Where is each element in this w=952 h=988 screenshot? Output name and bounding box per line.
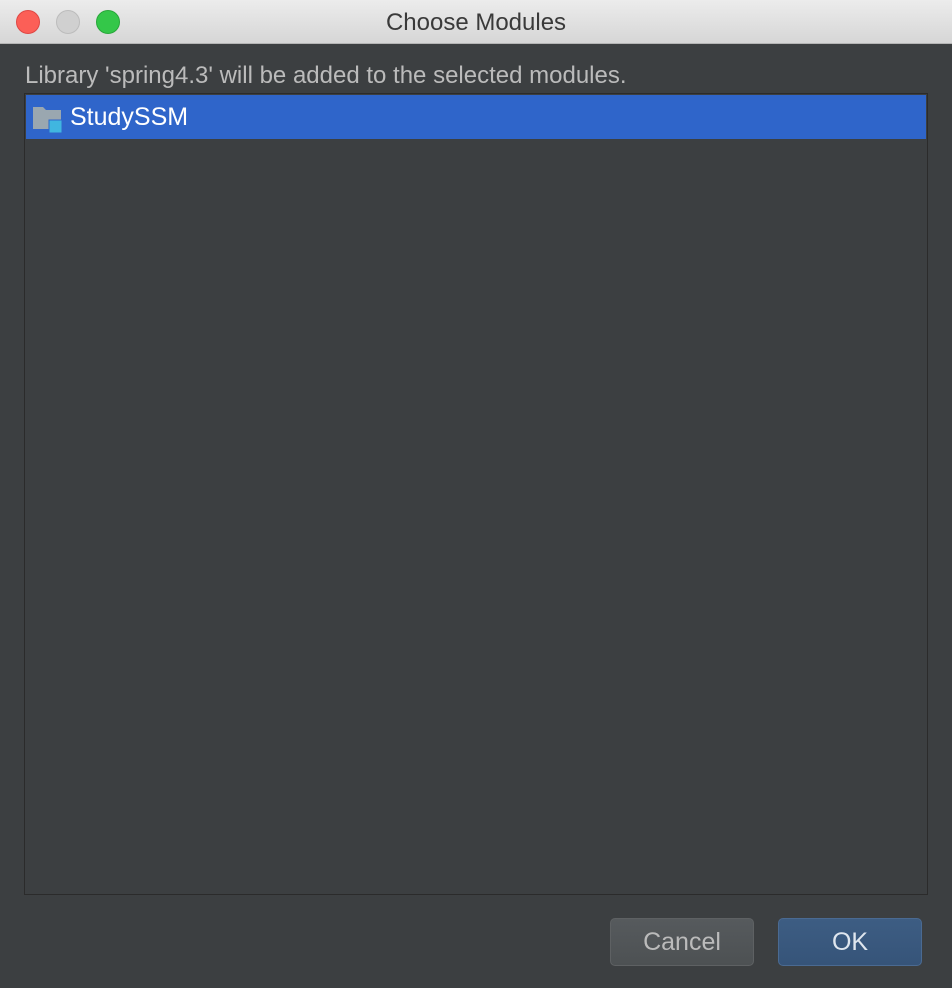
ok-button[interactable]: OK [778, 918, 922, 966]
dialog-description: Library 'spring4.3' will be added to the… [25, 62, 627, 89]
window-title: Choose Modules [385, 9, 567, 36]
module-item-studyssm[interactable]: StudySSM [26, 95, 926, 139]
modules-list[interactable]: StudySSM [24, 93, 928, 895]
title-bar[interactable]: Choose Modules [0, 0, 952, 44]
module-folder-icon [33, 107, 63, 134]
cancel-button[interactable]: Cancel [610, 918, 754, 966]
module-item-label: StudySSM [70, 103, 189, 131]
choose-modules-dialog: Choose Modules Library 'spring4.3' will … [0, 0, 952, 988]
